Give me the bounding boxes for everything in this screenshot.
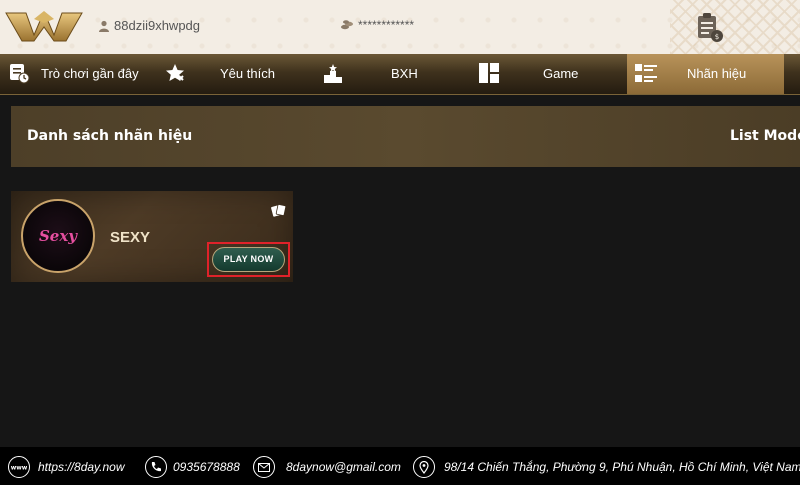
balance-label: ************ (358, 18, 415, 32)
footer-website[interactable]: www https://8day.now (8, 456, 125, 478)
email-icon (253, 456, 275, 478)
footer: www https://8day.now 0935678888 8daynow@… (0, 447, 800, 485)
transaction-history-icon[interactable]: $ (695, 12, 725, 44)
brand-name: SEXY (110, 229, 151, 246)
footer-email-text: 8daynow@gmail.com (286, 460, 401, 474)
brand-card[interactable]: Sexy SEXY PLAY NOW (11, 191, 293, 282)
nav-label-favorite: Yêu thích (220, 66, 275, 81)
coins-icon (341, 20, 353, 30)
location-pin-icon (413, 456, 435, 478)
user-icon (99, 20, 109, 32)
play-now-button[interactable]: PLAY NOW (212, 247, 285, 272)
footer-email[interactable]: 8daynow@gmail.com (253, 456, 401, 478)
cards-icon (271, 204, 287, 217)
game-grid-icon (479, 63, 499, 83)
main-nav: Trò chơi gần đây Yêu thích BXH Game Nhãn… (0, 54, 800, 95)
nav-label-recent: Trò chơi gần đây (41, 66, 139, 81)
svg-text:www: www (11, 465, 27, 472)
footer-website-text: https://8day.now (38, 460, 125, 474)
nav-label-brand: Nhãn hiệu (687, 66, 747, 81)
brand-list-icon (635, 64, 657, 82)
recent-games-icon (10, 64, 30, 84)
brand-logo-text: Sexy (38, 227, 78, 245)
nav-label-game: Game (543, 66, 579, 81)
brand-logo-icon[interactable] (4, 9, 84, 45)
nav-item-leaderboard[interactable]: BXH (300, 54, 455, 94)
footer-phone[interactable]: 0935678888 (145, 456, 240, 478)
username-label: 88dzii9xhwpdg (114, 18, 201, 33)
list-mode-toggle[interactable]: List Mode (730, 128, 800, 144)
footer-phone-text: 0935678888 (173, 460, 240, 474)
www-icon: www (8, 456, 30, 478)
favorite-star-icon (166, 64, 184, 81)
nav-item-brand[interactable]: Nhãn hiệu (627, 54, 784, 94)
balance-info: ************ (340, 18, 414, 32)
footer-address-text: 98/14 Chiến Thắng, Phường 9, Phú Nhuận, … (444, 460, 800, 474)
section-header: Danh sách nhãn hiệu List Mode (11, 106, 800, 167)
leaderboard-podium-icon (324, 64, 342, 83)
nav-item-game[interactable]: Game (455, 54, 627, 94)
footer-address: 98/14 Chiến Thắng, Phường 9, Phú Nhuận, … (413, 456, 800, 478)
top-header: 88dzii9xhwpdg ************ $ (0, 0, 800, 54)
section-title: Danh sách nhãn hiệu (27, 128, 193, 144)
header-pattern (670, 0, 800, 54)
phone-icon (145, 456, 167, 478)
nav-label-leaderboard: BXH (391, 66, 418, 81)
brand-logo: Sexy (21, 199, 95, 273)
svg-text:$: $ (715, 33, 719, 41)
user-info: 88dzii9xhwpdg (98, 18, 200, 33)
nav-item-recent[interactable]: Trò chơi gần đây (0, 54, 150, 94)
nav-item-favorite[interactable]: Yêu thích (150, 54, 300, 94)
